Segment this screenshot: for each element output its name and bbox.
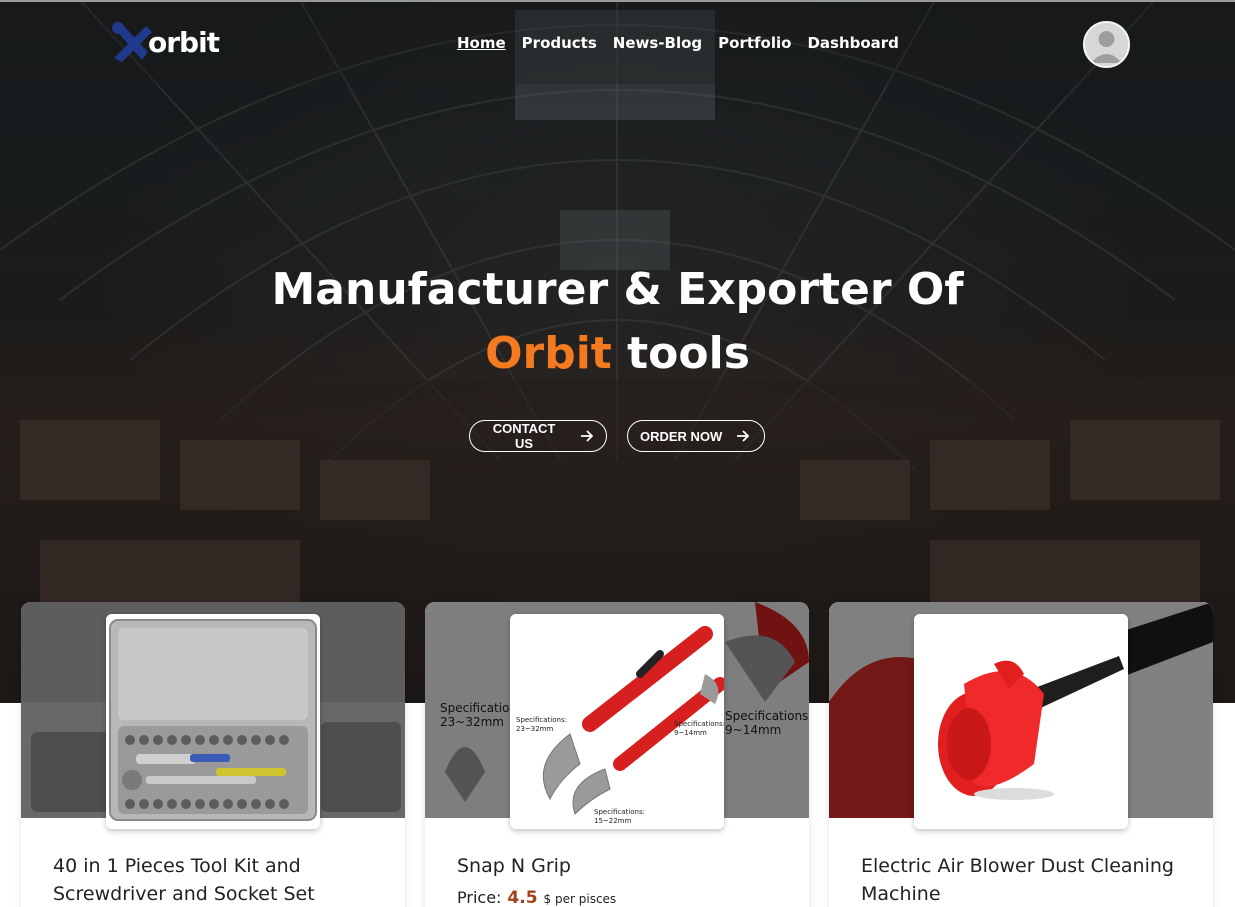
spec-value-2: 9~14mm xyxy=(674,729,707,737)
hero-heading-line2: Orbit tools xyxy=(0,322,1235,386)
brand-name: orbit xyxy=(148,25,220,59)
product-title[interactable]: Snap N Grip xyxy=(457,852,787,880)
product-card-tool-kit[interactable]: 40 in 1 Pieces Tool Kit and Screwdriver … xyxy=(21,602,405,907)
arrow-right-icon xyxy=(581,430,594,442)
product-price: Price: 4.5 $ per pisces xyxy=(457,888,616,907)
brand-logo[interactable]: orbit xyxy=(108,20,220,64)
price-label: Price: xyxy=(457,888,502,907)
spec-value-1: 23~32mm xyxy=(516,725,553,733)
product-title[interactable]: Electric Air Blower Dust Cleaning Machin… xyxy=(861,852,1191,907)
contact-us-button[interactable]: CONTACT US xyxy=(469,420,607,452)
user-avatar-icon[interactable] xyxy=(1083,21,1130,68)
nav-products[interactable]: Products xyxy=(522,34,597,52)
spec-label-1: Specifications: xyxy=(516,716,567,724)
spec-label-3: Specifications: xyxy=(594,808,645,816)
main-nav: Home Products News-Blog Portfolio Dashbo… xyxy=(457,34,899,52)
product-image[interactable] xyxy=(106,614,320,829)
arrow-right-icon xyxy=(737,430,750,442)
navbar: orbit Home Products News-Blog Portfolio … xyxy=(0,2,1235,84)
nav-news-blog[interactable]: News-Blog xyxy=(613,34,702,52)
price-unit: $ per pisces xyxy=(543,892,617,906)
hero-accent-word: Orbit xyxy=(485,328,612,379)
order-now-button[interactable]: ORDER NOW xyxy=(627,420,765,452)
order-now-label: ORDER NOW xyxy=(640,428,723,444)
nav-home[interactable]: Home xyxy=(457,34,506,52)
product-title[interactable]: 40 in 1 Pieces Tool Kit and Screwdriver … xyxy=(53,852,383,907)
nav-portfolio[interactable]: Portfolio xyxy=(718,34,791,52)
product-image[interactable]: Specifications: 23~32mm Specifications: … xyxy=(510,614,724,829)
contact-us-label: CONTACT US xyxy=(492,421,556,451)
spec-label-2: Specifications: xyxy=(674,720,724,728)
hero-heading: Manufacturer & Exporter Of Orbit tools xyxy=(0,258,1235,386)
spec-value-3: 15~22mm xyxy=(594,817,631,825)
price-value: 4.5 xyxy=(507,888,538,907)
hero-heading-line2-rest: tools xyxy=(611,328,750,379)
product-image[interactable] xyxy=(914,614,1128,829)
product-card-snap-n-grip[interactable]: Specifications: 23~32mm Specifications: … xyxy=(425,602,809,907)
hero-cta-group: CONTACT US ORDER NOW xyxy=(469,420,765,452)
hero-heading-line1: Manufacturer & Exporter Of xyxy=(271,264,964,315)
nav-dashboard[interactable]: Dashboard xyxy=(807,34,898,52)
product-card-air-blower[interactable]: Electric Air Blower Dust Cleaning Machin… xyxy=(829,602,1213,907)
